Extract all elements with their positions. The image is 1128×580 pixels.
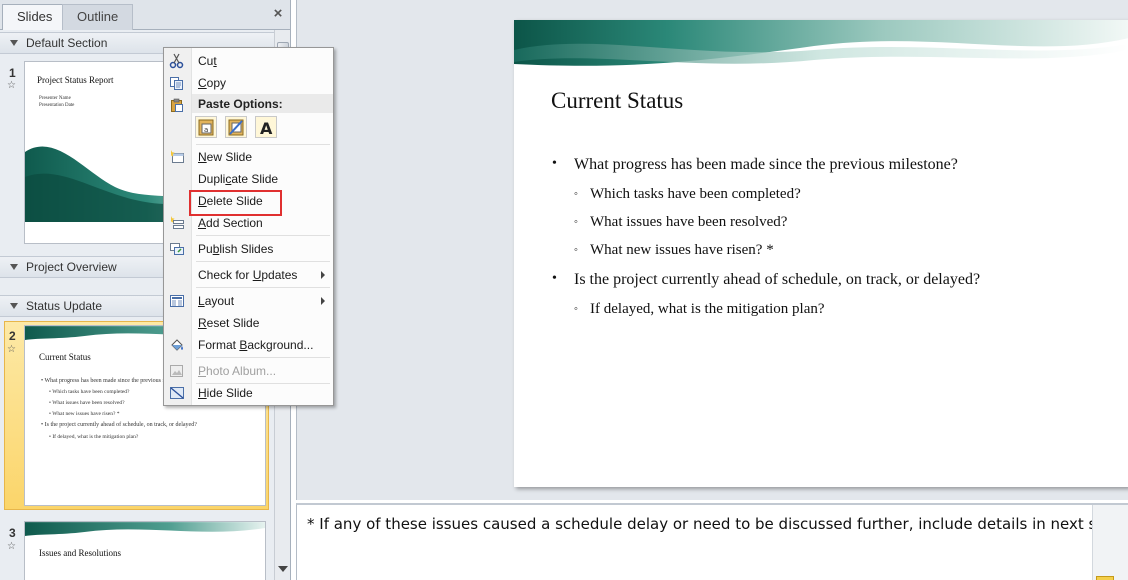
menu-label: Cut [198, 54, 217, 68]
menu-label: Paste Options: [198, 97, 283, 111]
menu-label: Duplicate Slide [198, 172, 279, 186]
thumb-line: • Is the project currently ahead of sche… [41, 422, 197, 428]
notes-pane[interactable]: * If any of these issues caused a schedu… [296, 503, 1128, 580]
thumb-line: • What issues have been resolved? [49, 400, 125, 406]
slide-title[interactable]: Current Status [551, 88, 683, 114]
menu-separator [196, 261, 330, 262]
slide-thumbnail-3[interactable]: Issues and Resolutions [24, 521, 266, 580]
thumb-line: • What new issues have risen? * [49, 411, 120, 417]
menu-item-photo-album: Photo Album... [164, 360, 333, 382]
menu-item-layout[interactable]: Layout [164, 290, 333, 312]
slide-editor: Current Status • What progress has been m… [296, 0, 1128, 500]
paste-text-only-icon: A [260, 119, 273, 138]
menu-label: Add Section [198, 216, 263, 230]
section-name: Default Section [26, 36, 108, 50]
section-name: Project Overview [26, 260, 117, 274]
menu-item-cut[interactable]: Cut [164, 50, 333, 72]
menu-label: Hide Slide [198, 386, 253, 400]
paint-bucket-icon [171, 339, 183, 351]
thumb-line: • Which tasks have been completed? [49, 389, 130, 395]
menu-label: Reset Slide [198, 316, 260, 330]
menu-separator [196, 357, 330, 358]
menu-separator [196, 144, 330, 145]
resize-grip-icon[interactable] [1096, 576, 1114, 580]
thumb-line: Presentation Date [39, 103, 75, 108]
bullet-item[interactable]: ◦ Which tasks have been completed? [574, 186, 801, 203]
submenu-arrow-icon [321, 297, 325, 305]
menu-item-reset-slide[interactable]: Reset Slide [164, 312, 333, 334]
menu-label: Check for Updates [198, 268, 298, 282]
slide-art-wave [514, 20, 1128, 66]
menu-separator [196, 287, 330, 288]
svg-text:a: a [204, 126, 208, 134]
slide-number: 3 [9, 526, 16, 540]
menu-label: Photo Album... [198, 364, 277, 378]
bullet-item[interactable]: ◦ What issues have been resolved? [574, 214, 787, 231]
add-section-icon [171, 216, 184, 229]
section-name: Status Update [26, 299, 103, 313]
transition-star-icon: ☆ [7, 541, 16, 552]
paste-destination-icon: a [198, 119, 214, 136]
paste-use-destination-theme-button[interactable]: a [195, 116, 217, 138]
thumb-title: Issues and Resolutions [39, 548, 121, 558]
tab-slides[interactable]: Slides [2, 4, 68, 30]
slide-number: 1 [9, 66, 16, 80]
submenu-arrow-icon [321, 271, 325, 279]
slide-art-wave [25, 522, 265, 536]
publish-slides-icon [170, 243, 184, 255]
photo-album-icon [170, 365, 183, 377]
paste-keep-text-only-button[interactable]: A [255, 116, 277, 138]
paste-options-header: Paste Options: [192, 94, 333, 113]
menu-label: Publish Slides [198, 242, 274, 256]
menu-label: Copy [198, 76, 227, 90]
delete-slide-highlight-box [189, 190, 282, 216]
transition-star-icon: ☆ [7, 80, 16, 91]
copy-icon [170, 77, 183, 90]
menu-label: Format Background... [198, 338, 314, 352]
slide-number: 2 [9, 329, 16, 343]
bullet-item[interactable]: • Is the project currently ahead of sched… [552, 271, 980, 289]
menu-label: New Slide [198, 150, 253, 164]
svg-text:A: A [260, 119, 273, 137]
menu-item-check-for-updates[interactable]: Check for Updates [164, 264, 333, 286]
notes-text[interactable]: * If any of these issues caused a schedu… [307, 515, 1128, 533]
transition-star-icon: ☆ [7, 344, 16, 355]
paste-source-formatting-icon [228, 119, 244, 136]
thumb-title: Project Status Report [37, 75, 114, 85]
close-icon[interactable]: × [271, 6, 285, 21]
thumb-line: Presenter Name [39, 96, 71, 101]
menu-item-format-background[interactable]: Format Background... [164, 334, 333, 356]
menu-item-new-slide[interactable]: New Slide [164, 146, 333, 168]
menu-item-publish-slides[interactable]: Publish Slides [164, 238, 333, 260]
tab-outline[interactable]: Outline [62, 4, 134, 30]
menu-item-hide-slide[interactable]: Hide Slide [164, 382, 333, 404]
layout-icon [170, 295, 184, 307]
notes-scrollbar[interactable] [1092, 505, 1128, 580]
new-slide-icon [171, 150, 184, 163]
menu-label: Layout [198, 294, 235, 308]
bullet-item[interactable]: ◦ What new issues have risen? * [574, 242, 774, 259]
thumb-line: • If delayed, what is the mitigation pla… [49, 434, 139, 440]
thumb-title: Current Status [39, 352, 91, 362]
collapse-triangle-icon[interactable] [10, 303, 18, 309]
paste-keep-source-formatting-button[interactable] [225, 116, 247, 138]
scissors-icon [169, 53, 184, 69]
collapse-triangle-icon[interactable] [10, 264, 18, 270]
menu-item-duplicate-slide[interactable]: Duplicate Slide [164, 168, 333, 190]
bullet-item[interactable]: • What progress has been made since the p… [552, 156, 958, 174]
scroll-down-icon[interactable] [278, 566, 288, 572]
bullet-item[interactable]: ◦ If delayed, what is the mitigation plan… [574, 301, 825, 318]
pane-tab-strip: Slides Outline × [0, 0, 290, 30]
hide-slide-icon [170, 387, 184, 399]
slide-canvas[interactable]: Current Status • What progress has been m… [514, 20, 1128, 487]
clipboard-icon [171, 98, 183, 112]
menu-separator [196, 235, 330, 236]
menu-item-copy[interactable]: Copy [164, 72, 333, 94]
context-menu: Cut Copy Paste Options: a A New Slide Du… [163, 47, 334, 406]
collapse-triangle-icon[interactable] [10, 40, 18, 46]
